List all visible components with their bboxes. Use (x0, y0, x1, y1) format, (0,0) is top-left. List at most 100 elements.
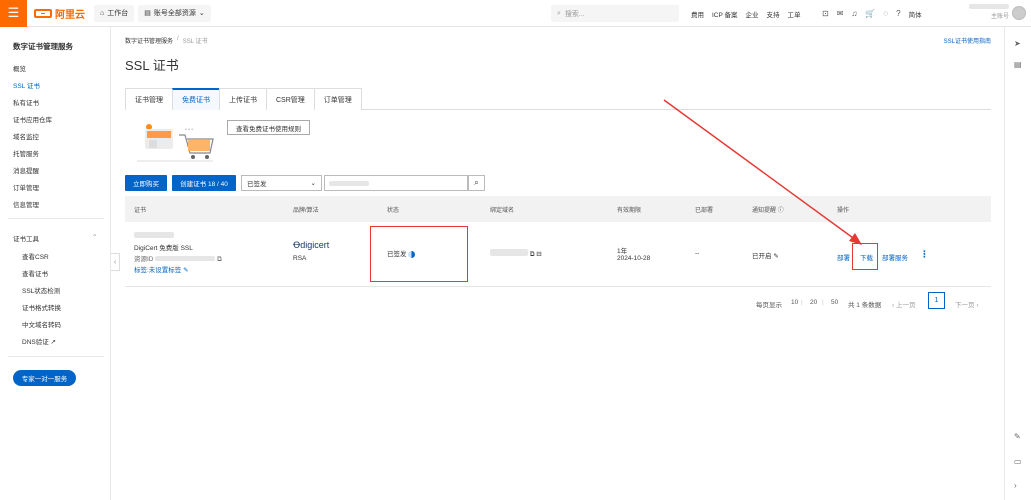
sidebar-tools-title[interactable]: 证书工具 (13, 233, 39, 243)
breadcrumb-root[interactable]: 数字证书管理服务 (125, 36, 173, 45)
free-cert-rules-button[interactable]: 查看免费证书使用规则 (227, 120, 310, 135)
logo-mark-icon (34, 8, 52, 18)
resource-id: 资源ID ⧉ (134, 256, 222, 263)
chat-icon[interactable]: ▭ (1014, 457, 1022, 466)
blurred-search-value (329, 180, 369, 186)
copy-icon[interactable]: ⧉ (530, 251, 535, 258)
top-search-input[interactable]: ⌕ 搜索... (551, 5, 679, 22)
tab-upload-cert[interactable]: 上传证书 (219, 88, 267, 110)
sidebar-divider (8, 356, 104, 357)
status-highlight-box (370, 226, 468, 282)
page-size-divider: | (801, 299, 803, 306)
cart-icon[interactable]: 🛒 (865, 9, 875, 18)
th-brand: 品牌/算法 (293, 208, 319, 214)
tool-view-cert[interactable]: 查看证书 (22, 268, 48, 278)
sidebar-item-overview[interactable]: 概览 (13, 63, 26, 73)
external-link-icon: ↗ (50, 339, 56, 346)
chevron-right-icon: › (976, 302, 979, 309)
monitor-icon[interactable]: ⊟ (536, 251, 541, 258)
document-icon[interactable]: ▤ (1014, 60, 1022, 69)
blurred-account-id (969, 4, 1009, 9)
deploy-service-link[interactable]: 部署服务 (882, 252, 908, 262)
buy-now-button[interactable]: 立即购买 (125, 175, 167, 191)
sidebar-item-hosting[interactable]: 托管服务 (13, 148, 39, 158)
grid-icon: ▤ (144, 10, 151, 17)
per-page-label: 每页显示 (756, 302, 782, 309)
sidebar-item-messages[interactable]: 消息提醒 (13, 165, 39, 175)
table-header: 证书 品牌/算法 状态 绑定域名 有效期限 已部署 通知提醒 ⓘ 操作 (125, 196, 991, 222)
breadcrumb: 数字证书管理服务 / SSL 证书 (125, 36, 207, 45)
sidebar-item-info[interactable]: 信息管理 (13, 199, 39, 209)
sidebar-title: 数字证书管理服务 (13, 42, 73, 51)
total-count: 共 1 条数据 (848, 302, 882, 309)
tool-format-convert[interactable]: 证书格式转换 (22, 302, 61, 312)
algorithm: RSA (293, 255, 307, 262)
tab-free-cert[interactable]: 免费证书 (172, 88, 220, 110)
help-icon[interactable]: ⓘ (778, 208, 784, 214)
tool-dns-verify[interactable]: DNS验证 ↗ (22, 336, 56, 346)
tab-cert-management[interactable]: 证书管理 (125, 88, 173, 110)
chevron-right-icon[interactable]: › (1014, 481, 1017, 490)
account-name[interactable]: 主账号 (959, 4, 1009, 24)
page-size-10[interactable]: 10 (791, 299, 798, 306)
sidebar-item-private-cert[interactable]: 私有证书 (13, 97, 39, 107)
tag-label[interactable]: 标签:未设置标签 ✎ (134, 264, 189, 274)
tool-ssl-check[interactable]: SSL状态检测 (22, 285, 60, 295)
sidebar-divider (8, 218, 104, 219)
top-link-ticket[interactable]: 工单 (788, 9, 801, 19)
avatar[interactable] (1012, 6, 1026, 20)
search-icon[interactable]: ⌕ (468, 175, 485, 191)
main-content: 数字证书管理服务 / SSL 证书 SSL证书使用指南 SSL 证书 证书管理 … (120, 27, 1000, 500)
sidebar-item-domain-monitor[interactable]: 域名监控 (13, 131, 39, 141)
workbench-button[interactable]: ⌂ 工作台 (94, 4, 135, 22)
help-icon[interactable]: ? (896, 9, 900, 18)
blurred-domain (490, 249, 528, 256)
top-link-support[interactable]: 支持 (767, 9, 780, 19)
sidebar-item-cert-repo[interactable]: 证书应用仓库 (13, 114, 52, 124)
create-cert-button[interactable]: 创建证书 18 / 40 (172, 175, 236, 191)
th-validity: 有效期限 (617, 208, 642, 214)
aliyun-logo[interactable]: 阿里云 (34, 6, 88, 21)
copy-icon[interactable]: ⧉ (217, 256, 222, 263)
right-rail: ➤ ▤ ✎ ▭ › (1004, 27, 1031, 500)
sidebar-item-orders[interactable]: 订单管理 (13, 182, 39, 192)
ssl-guide-link[interactable]: SSL证书使用指南 (944, 36, 991, 45)
message-icon[interactable]: ✉ (837, 9, 844, 18)
page-number-current[interactable]: 1 (928, 292, 945, 309)
deploy-link[interactable]: 部署 (837, 252, 850, 262)
sidebar-item-ssl[interactable]: SSL 证书 (13, 80, 40, 90)
sidebar-collapse-icon[interactable]: ‹ (111, 253, 120, 271)
pin-icon[interactable]: ➤ (1014, 39, 1021, 48)
tool-view-csr[interactable]: 查看CSR (22, 251, 49, 261)
home-icon: ⌂ (100, 9, 105, 17)
next-page-button[interactable]: 下一页 › (955, 299, 978, 309)
tool-idn-convert[interactable]: 中文域名转码 (22, 319, 61, 329)
more-actions-icon[interactable]: ⋮ (920, 249, 929, 260)
search-icon: ⌕ (557, 9, 561, 17)
th-deployed: 已部署 (695, 208, 714, 214)
page-size-20[interactable]: 20 (810, 299, 817, 306)
bell-icon[interactable]: ♫ (851, 9, 857, 18)
language-switch[interactable]: 简体 (909, 9, 922, 19)
top-link-icp[interactable]: ICP 备案 (712, 9, 738, 19)
status-filter-select[interactable]: 已签发 ⌄ (241, 175, 322, 191)
breadcrumb-current: SSL 证书 (182, 39, 208, 45)
page-size-50[interactable]: 50 (831, 299, 838, 306)
cert-search-input[interactable] (324, 175, 468, 191)
top-link-fees[interactable]: 费用 (691, 9, 704, 19)
edit-icon[interactable]: ✎ (1014, 432, 1021, 441)
chevron-up-icon[interactable]: ⌃ (92, 233, 97, 241)
tab-csr-management[interactable]: CSR管理 (266, 88, 315, 110)
menu-icon[interactable]: ☰ (0, 0, 27, 27)
page-size-divider: | (822, 299, 824, 306)
expert-service-button[interactable]: 专家一对一服务 (13, 370, 76, 386)
account-resources-dropdown[interactable]: ▤ 账号全部资源 ⌄ (138, 4, 211, 22)
prev-page-button[interactable]: ‹ 上一页 (892, 299, 915, 309)
edit-icon[interactable]: ✎ (773, 253, 778, 260)
chevron-down-icon: ⌄ (198, 10, 205, 17)
bulb-icon[interactable]: ◌ (883, 9, 888, 18)
terminal-icon[interactable]: ⊡ (822, 9, 829, 18)
tab-order-management[interactable]: 订单管理 (313, 88, 362, 110)
top-link-enterprise[interactable]: 企业 (746, 9, 759, 19)
bound-domain: ⧉ ⊟ (490, 249, 542, 259)
